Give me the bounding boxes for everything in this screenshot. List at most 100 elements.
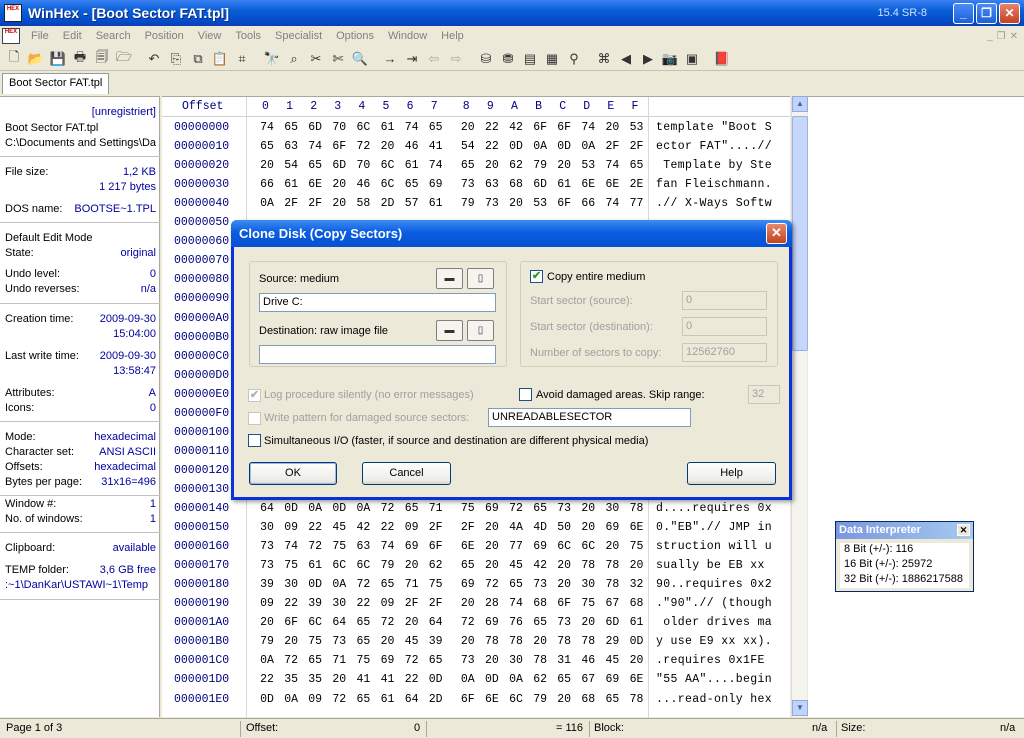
hex-byte[interactable]: 20 bbox=[530, 635, 550, 648]
copy-block-icon[interactable]: ⧉ bbox=[187, 48, 209, 70]
hex-byte[interactable]: 46 bbox=[578, 654, 598, 667]
hex-byte[interactable]: 73 bbox=[530, 578, 550, 591]
hex-byte[interactable]: 30 bbox=[281, 578, 301, 591]
hex-byte[interactable]: 30 bbox=[329, 597, 349, 610]
hex-byte[interactable]: 20 bbox=[458, 635, 478, 648]
hex-byte[interactable]: 39 bbox=[426, 635, 446, 648]
hex-byte[interactable]: 0A bbox=[257, 654, 277, 667]
mdi-close-button[interactable]: ✕ bbox=[1010, 31, 1018, 42]
log-silently-checkbox[interactable]: ✔ bbox=[248, 389, 261, 402]
hex-byte[interactable]: 35 bbox=[305, 673, 325, 686]
hex-byte[interactable]: 65 bbox=[305, 159, 325, 172]
hex-byte[interactable]: 74 bbox=[305, 140, 325, 153]
close-button[interactable]: ✕ bbox=[999, 2, 1020, 24]
hex-byte[interactable]: 72 bbox=[378, 616, 398, 629]
hex-byte[interactable]: 6F bbox=[554, 121, 574, 134]
tab-boot-sector[interactable]: Boot Sector FAT.tpl bbox=[2, 73, 110, 94]
paste-zero-icon[interactable]: ⌗ bbox=[231, 48, 253, 70]
hex-byte[interactable]: 65 bbox=[627, 159, 647, 172]
hex-byte[interactable]: 0D bbox=[554, 140, 574, 153]
hex-byte[interactable]: 6C bbox=[578, 540, 598, 553]
menu-edit[interactable]: Edit bbox=[56, 30, 89, 42]
hex-byte[interactable]: 72 bbox=[353, 578, 373, 591]
hex-byte[interactable]: 6E bbox=[602, 178, 622, 191]
hex-byte[interactable]: 20 bbox=[482, 540, 502, 553]
hex-byte[interactable]: 20 bbox=[554, 693, 574, 706]
hex-byte[interactable]: 69 bbox=[602, 521, 622, 534]
minimize-button[interactable]: _ bbox=[953, 2, 974, 24]
destination-field[interactable] bbox=[259, 345, 496, 364]
hex-byte[interactable]: 20 bbox=[554, 159, 574, 172]
hex-byte[interactable]: 20 bbox=[602, 540, 622, 553]
hex-row[interactable]: 000001D0 22 35 35 20 41 41 22 0D 0A 0D 0A 62 65 67 69 6E… bbox=[162, 673, 790, 692]
ram-icon[interactable]: ▤ bbox=[519, 48, 541, 70]
scroll-up-button[interactable]: ▲ bbox=[792, 96, 808, 112]
hex-byte[interactable]: 2E bbox=[627, 178, 647, 191]
hex-byte[interactable]: 42 bbox=[506, 121, 526, 134]
hex-byte[interactable]: 2D bbox=[378, 197, 398, 210]
hex-byte[interactable]: 22 bbox=[281, 597, 301, 610]
hex-byte[interactable]: 6C bbox=[353, 121, 373, 134]
hex-byte[interactable]: 75 bbox=[458, 502, 478, 515]
hex-byte[interactable]: 0A bbox=[578, 140, 598, 153]
grid-icon[interactable]: ▣ bbox=[681, 48, 703, 70]
hex-byte[interactable]: 68 bbox=[627, 597, 647, 610]
menu-window[interactable]: Window bbox=[381, 30, 434, 42]
hex-byte[interactable]: 69 bbox=[482, 502, 502, 515]
destination-browse-button[interactable]: ▬ bbox=[436, 320, 463, 341]
hex-byte[interactable]: 20 bbox=[458, 597, 478, 610]
ascii-text[interactable]: ."90".// (though bbox=[656, 597, 772, 610]
hex-byte[interactable]: 54 bbox=[458, 140, 478, 153]
hex-byte[interactable]: 20 bbox=[482, 654, 502, 667]
ascii-text[interactable]: ...read-only hex bbox=[656, 693, 772, 706]
start-destination-field[interactable]: 0 bbox=[682, 317, 767, 336]
ascii-text[interactable]: .// X-Ways Softw bbox=[656, 197, 772, 210]
hex-row[interactable]: 00000010 65 63 74 6F 72 20 46 41 54 22 0D 0A 0D 0A 2F 2F… bbox=[162, 140, 790, 159]
hex-byte[interactable]: 6C bbox=[353, 559, 373, 572]
hex-byte[interactable]: 45 bbox=[602, 654, 622, 667]
goto-offset-icon[interactable]: → bbox=[379, 48, 401, 70]
find-hex-icon[interactable]: ⌕ bbox=[283, 48, 305, 70]
hex-row[interactable]: 000001E0 0D 0A 09 72 65 61 64 2D 6F 6E 6C 79 20 68 65 78… bbox=[162, 693, 790, 712]
hex-byte[interactable]: 20 bbox=[602, 121, 622, 134]
hex-byte[interactable]: 0D bbox=[482, 673, 502, 686]
hex-byte[interactable]: 71 bbox=[329, 654, 349, 667]
hex-byte[interactable]: 6E bbox=[578, 178, 598, 191]
hex-byte[interactable]: 62 bbox=[426, 559, 446, 572]
hex-byte[interactable]: 63 bbox=[281, 140, 301, 153]
hex-byte[interactable]: 78 bbox=[602, 578, 622, 591]
hex-byte[interactable]: 20 bbox=[578, 521, 598, 534]
hex-byte[interactable]: 75 bbox=[578, 597, 598, 610]
simultaneous-io-checkbox[interactable] bbox=[248, 434, 261, 447]
hex-byte[interactable]: 53 bbox=[530, 197, 550, 210]
hex-byte[interactable]: 0D bbox=[627, 635, 647, 648]
hex-byte[interactable]: 6E bbox=[627, 673, 647, 686]
mdi-minimize-button[interactable]: _ bbox=[987, 31, 993, 42]
hex-byte[interactable]: 09 bbox=[402, 521, 422, 534]
hex-byte[interactable]: 79 bbox=[530, 693, 550, 706]
hex-row[interactable]: 000001B0 79 20 75 73 65 20 45 39 20 78 78 20 78 78 29 0D… bbox=[162, 635, 790, 654]
hex-byte[interactable]: 6F bbox=[458, 693, 478, 706]
hex-byte[interactable]: 74 bbox=[602, 197, 622, 210]
hex-byte[interactable]: 75 bbox=[627, 540, 647, 553]
hex-byte[interactable]: 39 bbox=[305, 597, 325, 610]
hex-byte[interactable]: 32 bbox=[627, 578, 647, 591]
hex-byte[interactable]: 20 bbox=[402, 616, 422, 629]
hex-byte[interactable]: 61 bbox=[402, 159, 422, 172]
hex-byte[interactable]: 65 bbox=[554, 673, 574, 686]
vertical-scrollbar[interactable]: ▲ ▼ bbox=[791, 96, 808, 717]
hex-byte[interactable]: 68 bbox=[530, 597, 550, 610]
ascii-text[interactable]: struction will u bbox=[656, 540, 772, 553]
hex-byte[interactable]: 42 bbox=[530, 559, 550, 572]
copy-entire-checkbox[interactable]: ✔ bbox=[530, 270, 543, 283]
hex-byte[interactable]: 6F bbox=[329, 140, 349, 153]
hex-byte[interactable]: 68 bbox=[578, 693, 598, 706]
hex-byte[interactable]: 41 bbox=[426, 140, 446, 153]
hex-byte[interactable]: 6C bbox=[305, 616, 325, 629]
hex-byte[interactable]: 69 bbox=[602, 673, 622, 686]
hex-byte[interactable]: 65 bbox=[305, 654, 325, 667]
hex-byte[interactable]: 65 bbox=[402, 502, 422, 515]
hex-byte[interactable]: 41 bbox=[353, 673, 373, 686]
hex-byte[interactable]: 78 bbox=[506, 635, 526, 648]
hex-byte[interactable]: 64 bbox=[426, 616, 446, 629]
